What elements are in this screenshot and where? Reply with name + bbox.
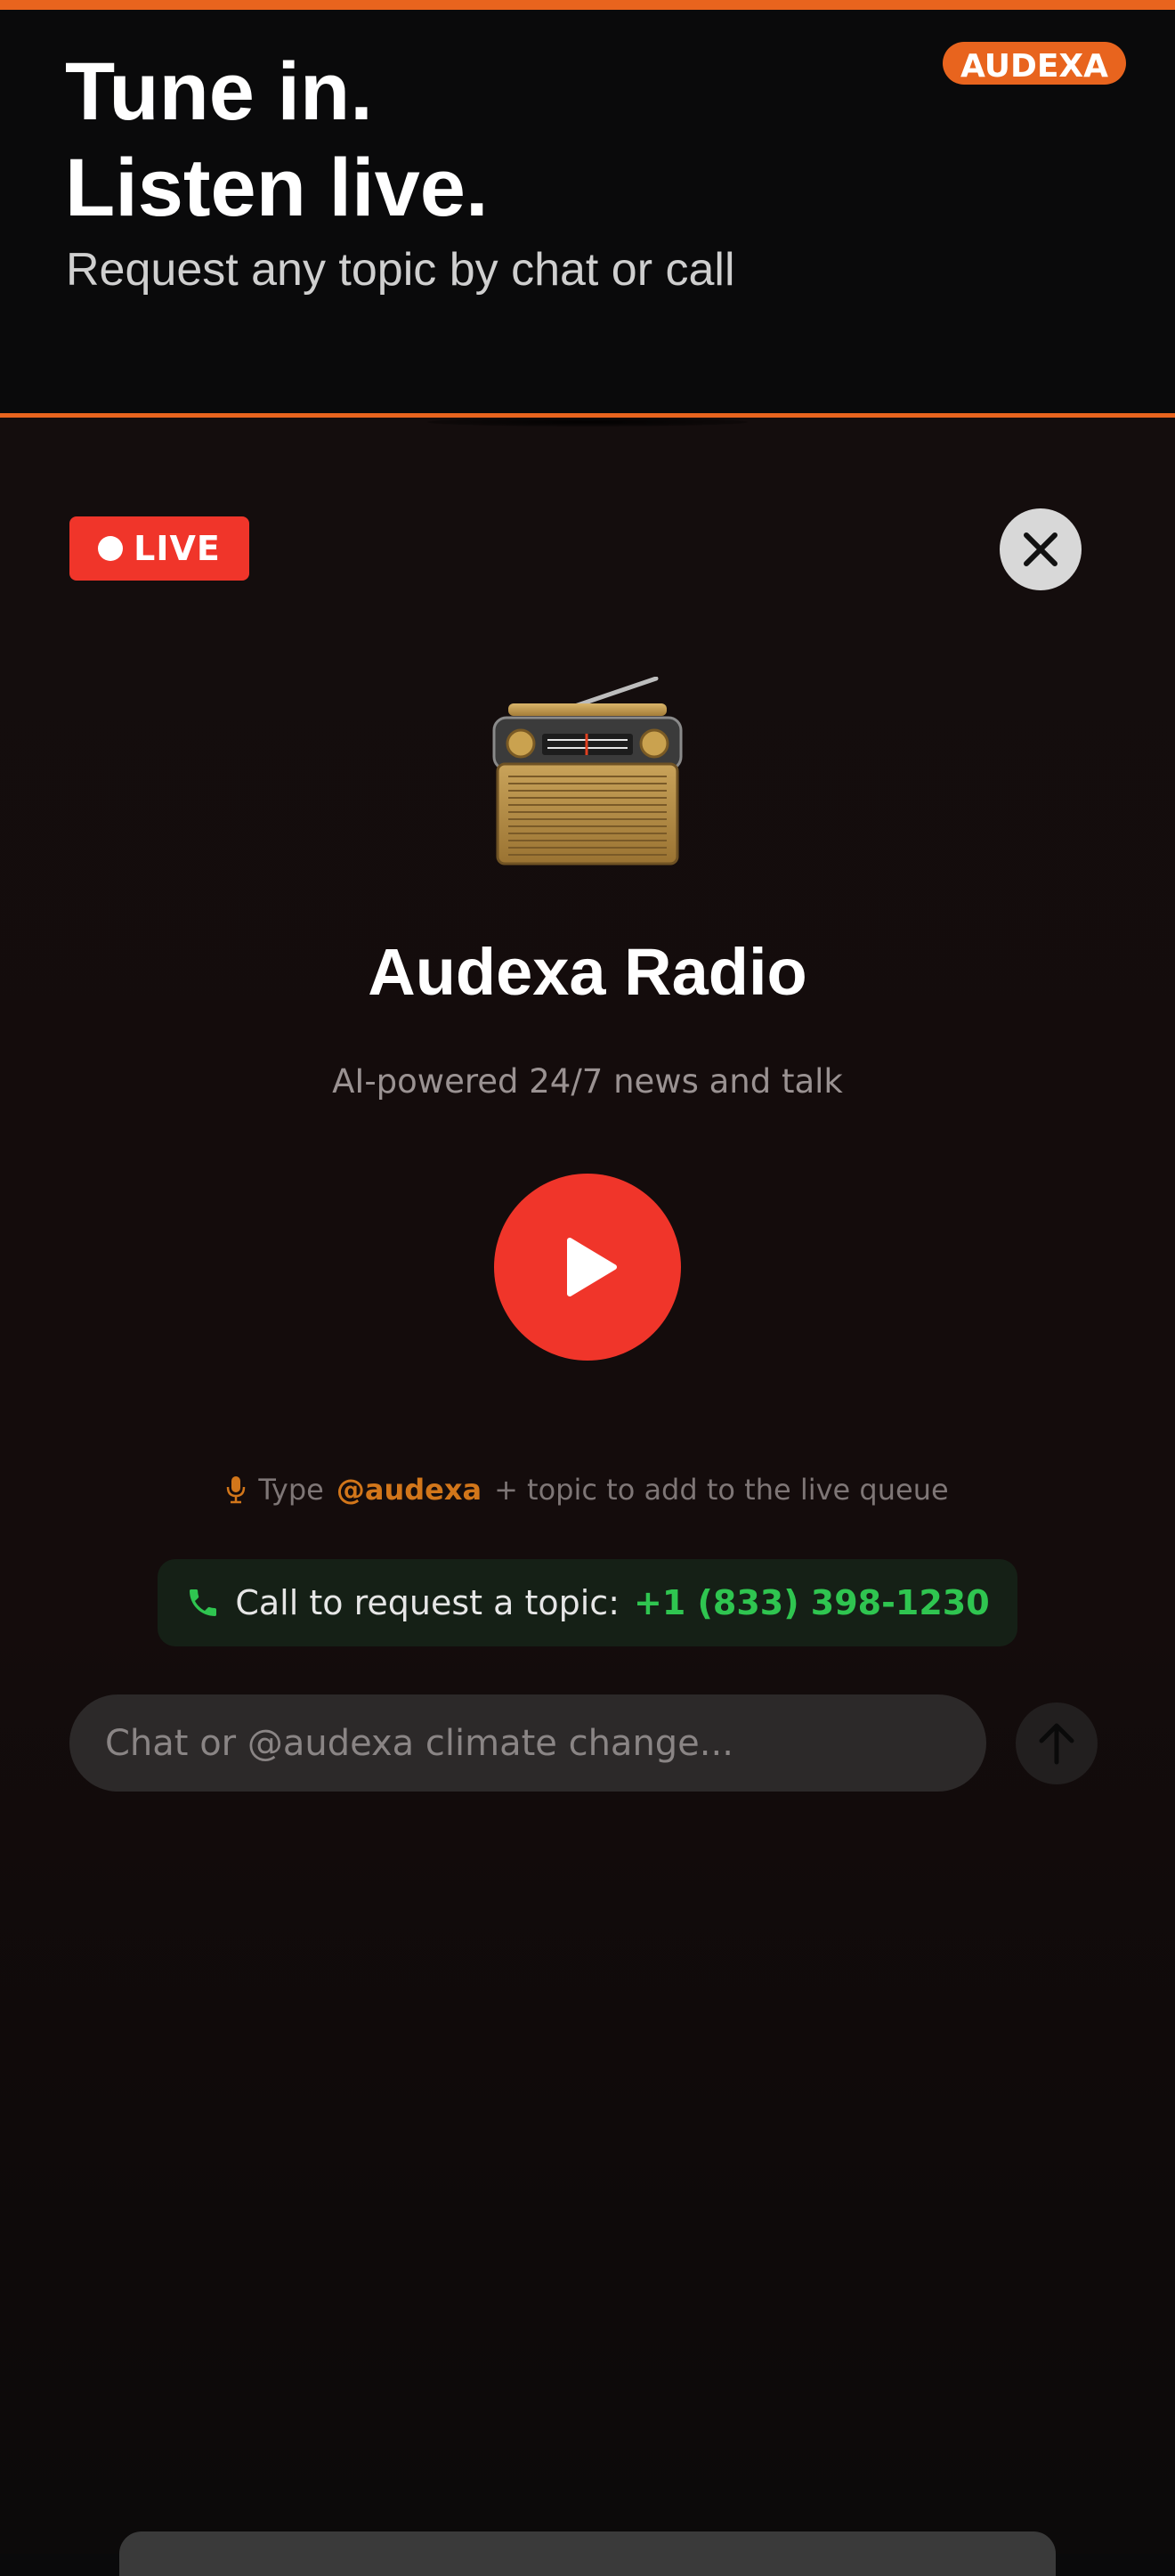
- play-button[interactable]: [494, 1174, 681, 1361]
- arrow-up-icon: [1039, 1723, 1074, 1765]
- top-accent-bar: [0, 0, 1175, 10]
- hint-suffix: + topic to add to the live queue: [494, 1473, 949, 1507]
- station-name: Audexa Radio: [368, 935, 807, 1009]
- call-request-banner[interactable]: Call to request a topic: +1 (833) 398-12…: [158, 1559, 1017, 1646]
- page-headline: Tune in. Listen live.: [65, 44, 489, 236]
- divider-shadow: [427, 418, 748, 427]
- station-tagline: AI-powered 24/7 news and talk: [332, 1062, 843, 1101]
- microphone-icon: [227, 1476, 246, 1504]
- call-label: Call to request a topic:: [235, 1583, 620, 1622]
- page-header: Tune in. Listen live. Request any topic …: [0, 10, 1175, 415]
- headline-line-1: Tune in.: [65, 46, 373, 137]
- brand-badge[interactable]: AUDEXA: [943, 42, 1126, 85]
- live-label: LIVE: [134, 529, 221, 568]
- hint-prefix: Type: [258, 1473, 324, 1507]
- play-icon: [567, 1238, 617, 1296]
- live-dot-icon: [98, 536, 124, 561]
- page-subtitle: Request any topic by chat or call: [66, 244, 735, 296]
- call-phone-number[interactable]: +1 (833) 398-1230: [634, 1583, 990, 1622]
- headline-line-2: Listen live.: [65, 142, 489, 233]
- chat-input[interactable]: [69, 1694, 986, 1792]
- live-badge: LIVE: [69, 516, 249, 581]
- close-button[interactable]: [1000, 508, 1082, 590]
- phone-icon: [190, 1589, 217, 1616]
- close-icon: [1024, 532, 1058, 566]
- bottom-sheet-handle[interactable]: [119, 2531, 1056, 2576]
- mention-hint: Type @audexa + topic to add to the live …: [0, 1473, 1175, 1507]
- send-button[interactable]: [1016, 1702, 1098, 1784]
- hint-mention: @audexa: [336, 1473, 482, 1507]
- radio-icon: [492, 677, 683, 865]
